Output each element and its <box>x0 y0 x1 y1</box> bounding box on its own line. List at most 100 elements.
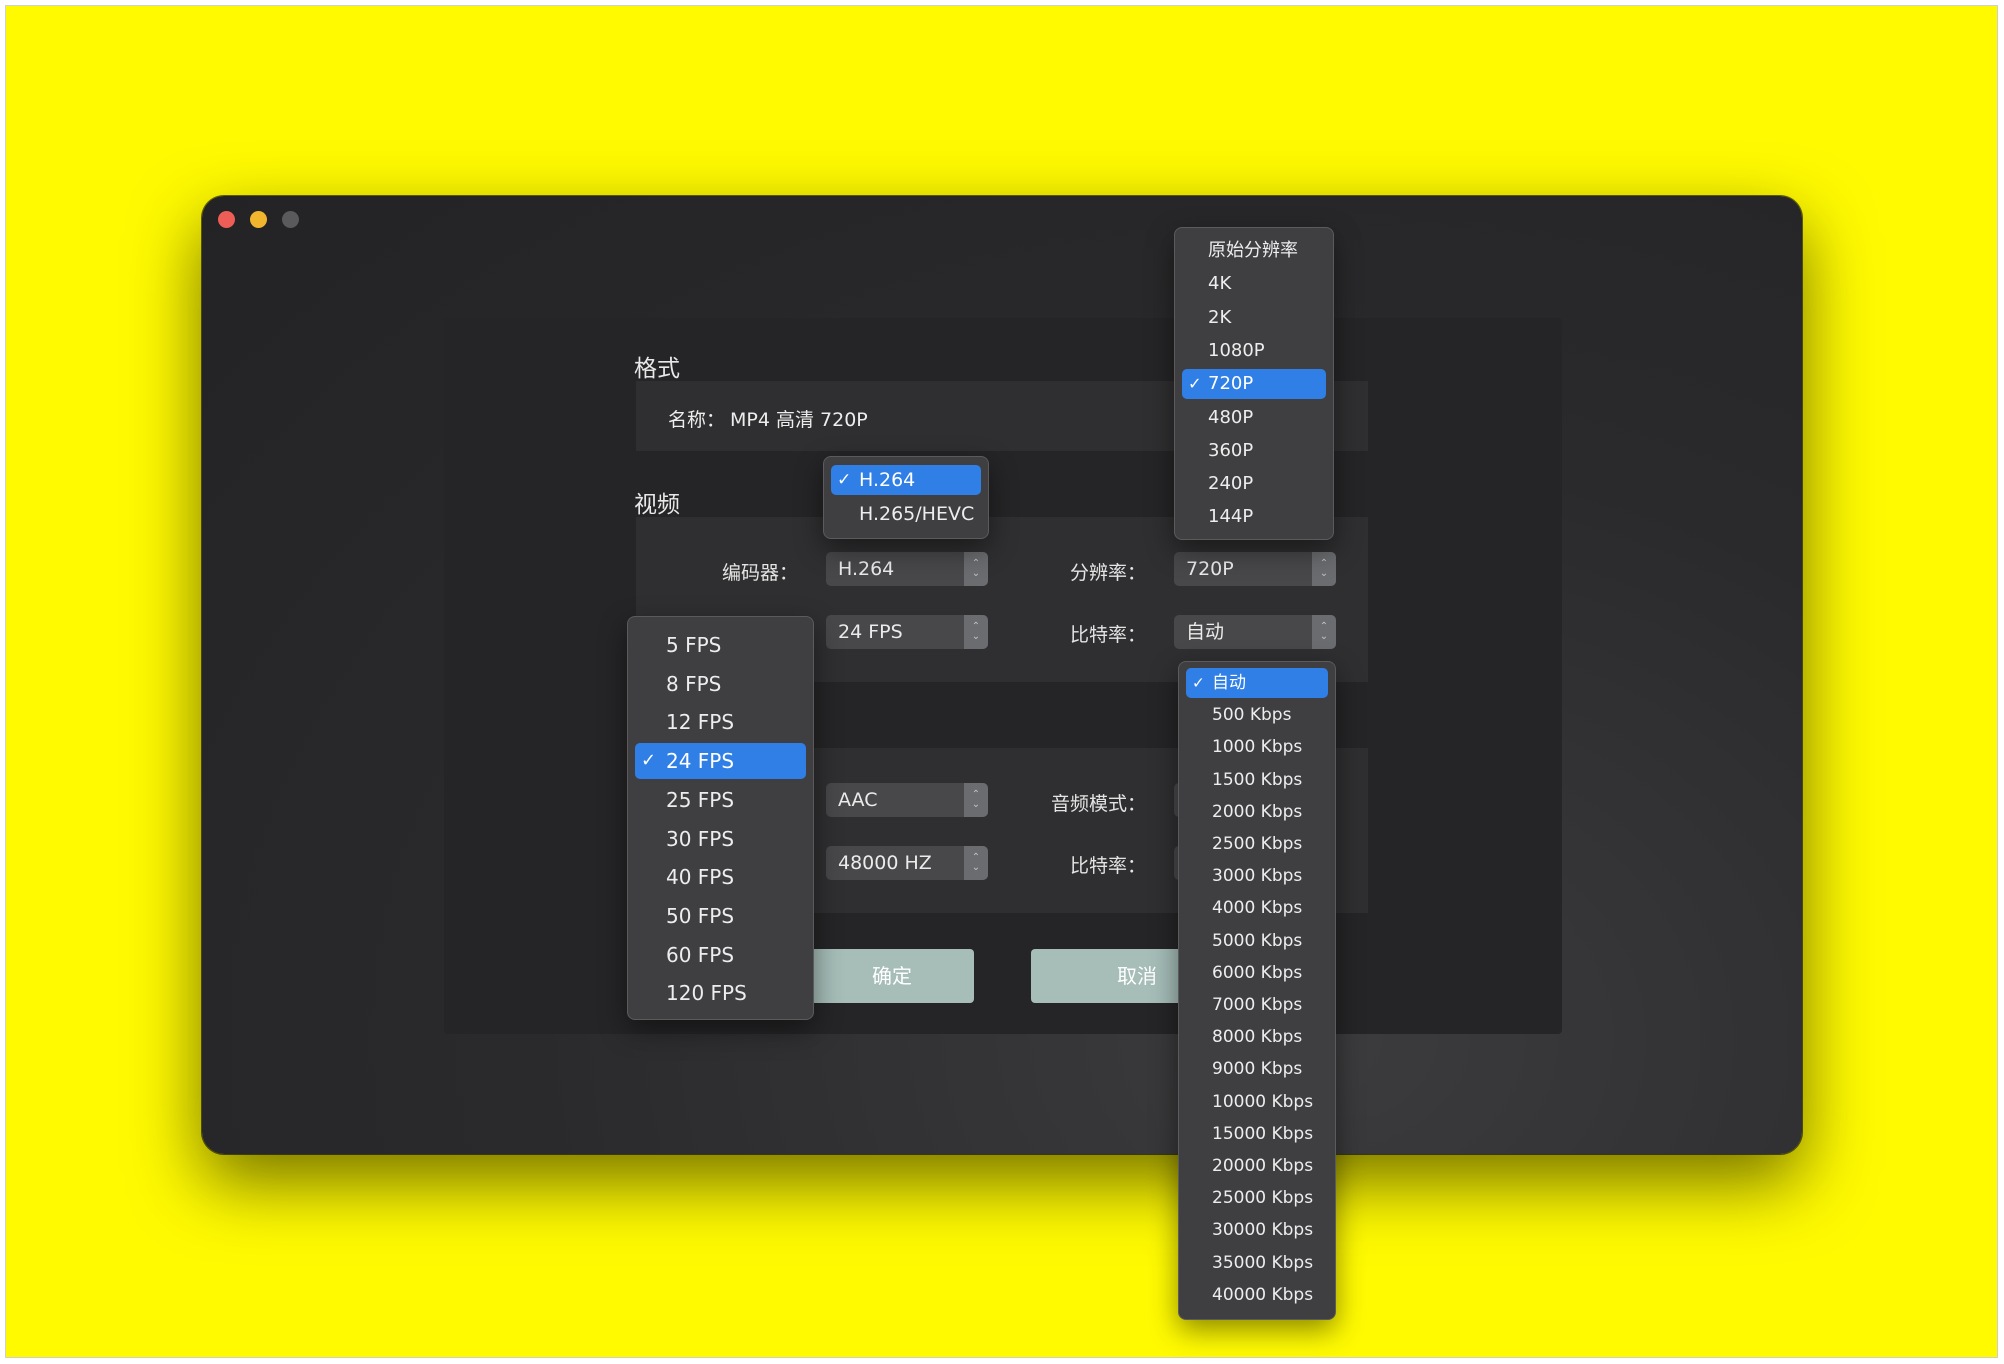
resolution-menu-item[interactable]: 480P <box>1182 403 1326 433</box>
audio-codec-select[interactable]: AAC ⌃ ⌄ <box>826 783 988 817</box>
video-codec-label: 编码器： <box>721 562 798 584</box>
fps-menu-item[interactable]: 40 FPS <box>635 859 806 895</box>
video-resolution-select[interactable]: 720P ⌃ ⌄ <box>1174 552 1336 586</box>
video-bitrate-select[interactable]: 自动 ⌃ ⌄ <box>1174 615 1336 649</box>
audio-codec-value: AAC <box>838 789 878 811</box>
up-down-chevron-icon: ⌃ ⌄ <box>964 846 988 880</box>
fps-menu-item[interactable]: 5 FPS <box>635 627 806 663</box>
codec-menu-item-label: H.264 <box>859 469 916 491</box>
check-icon: ✓ <box>1188 374 1202 394</box>
fps-menu-item[interactable]: 8 FPS <box>635 666 806 702</box>
bitrate-menu-item[interactable]: 8000 Kbps <box>1186 1022 1328 1052</box>
resolution-menu-item[interactable]: 360P <box>1182 436 1326 466</box>
format-section-title: 格式 <box>634 356 680 382</box>
bitrate-menu-item[interactable]: 1500 Kbps <box>1186 765 1328 795</box>
resolution-dropdown-menu: 原始分辨率 4K 2K 1080P ✓ 720P 480P 360P 240P 144P <box>1174 227 1334 540</box>
bitrate-menu-item[interactable]: 2500 Kbps <box>1186 829 1328 859</box>
bitrate-menu-item[interactable]: 2000 Kbps <box>1186 797 1328 827</box>
fps-menu-item-label: 12 FPS <box>666 710 735 735</box>
codec-menu-item-label: H.265/HEVC <box>859 503 975 525</box>
audio-mode-label: 音频模式： <box>1050 793 1146 815</box>
fps-menu-item[interactable]: 120 FPS <box>635 975 806 1011</box>
bitrate-menu-item[interactable]: 4000 Kbps <box>1186 893 1328 923</box>
fps-menu-item[interactable]: 30 FPS <box>635 821 806 857</box>
bitrate-menu-item-label: 5000 Kbps <box>1212 930 1303 951</box>
bitrate-menu-item[interactable]: 15000 Kbps <box>1186 1119 1328 1149</box>
minimize-window-button[interactable] <box>250 211 267 228</box>
video-fps-select[interactable]: 24 FPS ⌃ ⌄ <box>826 615 988 649</box>
fps-menu-item-label: 120 FPS <box>666 981 747 1006</box>
up-down-chevron-icon: ⌃ ⌄ <box>1312 552 1336 586</box>
check-icon: ✓ <box>641 750 657 772</box>
video-section-title: 视频 <box>634 492 680 518</box>
bitrate-menu-item[interactable]: 7000 Kbps <box>1186 990 1328 1020</box>
fps-menu-item[interactable]: 60 FPS <box>635 937 806 973</box>
bitrate-menu-item-label: 自动 <box>1212 673 1246 693</box>
bitrate-menu-item[interactable]: 6000 Kbps <box>1186 958 1328 988</box>
fps-menu-item[interactable]: ✓ 24 FPS <box>635 743 806 780</box>
video-resolution-value: 720P <box>1186 558 1234 580</box>
bitrate-menu-item[interactable]: 3000 Kbps <box>1186 861 1328 891</box>
bitrate-menu-item-label: 500 Kbps <box>1212 705 1292 726</box>
fps-menu-item-label: 40 FPS <box>666 865 735 890</box>
resolution-menu-item-label: 144P <box>1208 506 1254 528</box>
resolution-menu-item[interactable]: 2K <box>1182 303 1326 333</box>
video-resolution-label: 分辨率： <box>1069 562 1146 584</box>
bitrate-menu-item[interactable]: 20000 Kbps <box>1186 1151 1328 1181</box>
bitrate-menu-item-label: 40000 Kbps <box>1212 1284 1314 1305</box>
bitrate-menu-item-label: 25000 Kbps <box>1212 1188 1314 1209</box>
codec-dropdown-menu: ✓ H.264 H.265/HEVC <box>823 456 989 539</box>
resolution-menu-item-label: 2K <box>1208 306 1232 328</box>
bitrate-menu-item[interactable]: 9000 Kbps <box>1186 1054 1328 1084</box>
confirm-button[interactable]: 确定 <box>810 949 974 1003</box>
audio-bitrate-label: 比特率： <box>1069 855 1146 877</box>
codec-menu-item[interactable]: ✓ H.264 <box>831 465 981 495</box>
bitrate-menu-item[interactable]: 25000 Kbps <box>1186 1183 1328 1213</box>
resolution-menu-item-label: 360P <box>1208 439 1254 461</box>
bitrate-menu-item-label: 6000 Kbps <box>1212 962 1303 983</box>
bitrate-menu-item-label: 4000 Kbps <box>1212 898 1303 919</box>
video-fps-value: 24 FPS <box>838 621 903 643</box>
bitrate-menu-item[interactable]: 500 Kbps <box>1186 700 1328 730</box>
fps-menu-item-label: 24 FPS <box>666 749 735 774</box>
resolution-menu-item[interactable]: 144P <box>1182 502 1326 532</box>
resolution-menu-item[interactable]: 240P <box>1182 469 1326 499</box>
bitrate-dropdown-menu: ✓ 自动 500 Kbps 1000 Kbps 1500 Kbps 2000 Kbps 25… <box>1178 661 1336 1320</box>
close-window-button[interactable] <box>218 211 235 228</box>
bitrate-menu-item[interactable]: 10000 Kbps <box>1186 1087 1328 1117</box>
bitrate-menu-item-label: 15000 Kbps <box>1212 1123 1314 1144</box>
bitrate-menu-item[interactable]: 35000 Kbps <box>1186 1248 1328 1278</box>
bitrate-menu-item-label: 1000 Kbps <box>1212 737 1303 758</box>
resolution-menu-item[interactable]: ✓ 720P <box>1182 369 1326 400</box>
bitrate-menu-item[interactable]: ✓ 自动 <box>1186 668 1328 698</box>
fps-menu-item[interactable]: 50 FPS <box>635 898 806 934</box>
resolution-menu-item[interactable]: 原始分辨率 <box>1182 236 1326 266</box>
resolution-menu-item-label: 720P <box>1208 373 1254 395</box>
fps-menu-item-label: 50 FPS <box>666 903 735 928</box>
fps-dropdown-menu: 5 FPS 8 FPS 12 FPS ✓ 24 FPS 25 FPS 30 FPS 40 FP… <box>627 616 814 1020</box>
codec-menu-item[interactable]: H.265/HEVC <box>831 499 981 529</box>
bitrate-menu-item[interactable]: 1000 Kbps <box>1186 732 1328 762</box>
resolution-menu-item-label: 4K <box>1208 273 1232 295</box>
video-codec-select[interactable]: H.264 ⌃ ⌄ <box>826 552 988 586</box>
bitrate-menu-item[interactable]: 30000 Kbps <box>1186 1215 1328 1245</box>
bitrate-menu-item-label: 3000 Kbps <box>1212 866 1303 887</box>
fps-menu-item[interactable]: 25 FPS <box>635 782 806 818</box>
resolution-menu-item-label: 480P <box>1208 406 1254 428</box>
resolution-menu-item[interactable]: 4K <box>1182 269 1326 299</box>
fps-menu-item-label: 30 FPS <box>666 826 735 851</box>
bitrate-menu-item[interactable]: 40000 Kbps <box>1186 1280 1328 1310</box>
up-down-chevron-icon: ⌃ ⌄ <box>1312 615 1336 649</box>
bitrate-menu-item[interactable]: 5000 Kbps <box>1186 926 1328 956</box>
format-name-value: MP4 高清 720P <box>730 409 868 431</box>
up-down-chevron-icon: ⌃ ⌄ <box>964 615 988 649</box>
resolution-menu-item-label: 1080P <box>1208 339 1265 361</box>
fps-menu-item[interactable]: 12 FPS <box>635 704 806 740</box>
zoom-window-button[interactable] <box>282 211 299 228</box>
audio-samplerate-value: 48000 HZ <box>838 852 932 874</box>
bitrate-menu-item-label: 2500 Kbps <box>1212 834 1303 854</box>
audio-samplerate-select[interactable]: 48000 HZ ⌃ ⌄ <box>826 846 988 880</box>
bitrate-menu-item-label: 35000 Kbps <box>1212 1252 1314 1273</box>
resolution-menu-item[interactable]: 1080P <box>1182 336 1326 366</box>
fps-menu-item-label: 8 FPS <box>666 671 722 696</box>
